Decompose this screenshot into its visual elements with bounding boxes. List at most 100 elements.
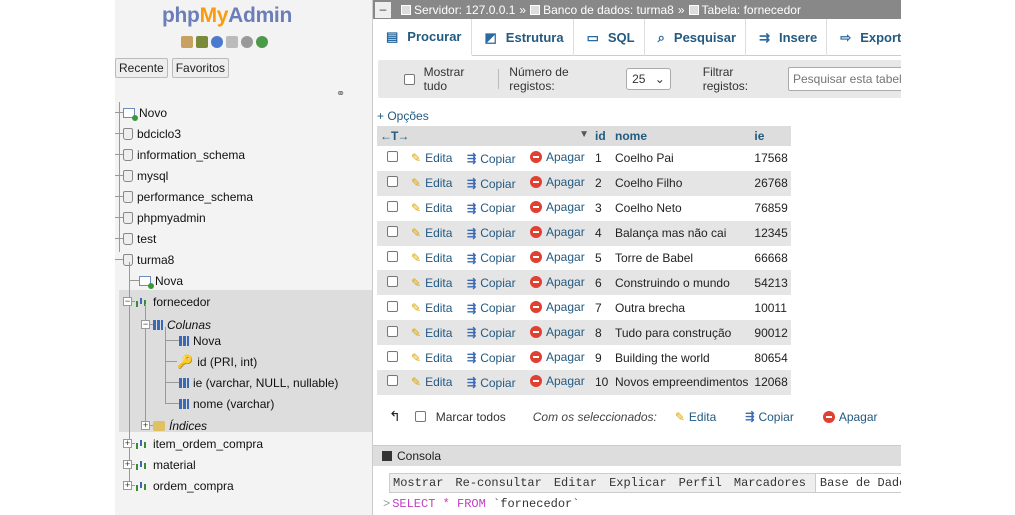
cell-nome[interactable]: Outra brecha bbox=[612, 295, 752, 321]
gear-icon[interactable] bbox=[241, 36, 253, 48]
row-copy-button[interactable]: ⇶ Copiar bbox=[467, 251, 516, 265]
row-edit-button[interactable]: ✎ Edita bbox=[411, 276, 452, 290]
tree-item-mysql[interactable]: mysql bbox=[115, 165, 168, 186]
row-edit-button[interactable]: ✎ Edita bbox=[411, 151, 452, 165]
row-delete-button[interactable]: Apagar bbox=[530, 200, 585, 214]
row-copy-button[interactable]: ⇶ Copiar bbox=[467, 351, 516, 365]
bulk-edit-button[interactable]: ✎ Edita bbox=[675, 410, 716, 424]
cell-nome[interactable]: Novos empreendimentos bbox=[612, 370, 752, 395]
help-icon[interactable] bbox=[211, 36, 223, 48]
row-delete-button[interactable]: Apagar bbox=[530, 250, 585, 264]
tree-item-label[interactable]: mysql bbox=[137, 169, 168, 183]
row-copy-button[interactable]: ⇶ Copiar bbox=[467, 376, 516, 390]
link-with-main-icon[interactable]: ⚭ bbox=[336, 87, 345, 100]
row-copy-button[interactable]: ⇶ Copiar bbox=[467, 326, 516, 340]
bulk-copy-button[interactable]: ⇶ Copiar bbox=[745, 410, 794, 424]
cell-nome[interactable]: Tudo para construção bbox=[612, 320, 752, 346]
tree-item-column-ie[interactable]: ie (varchar, NULL, nullable) bbox=[165, 372, 338, 393]
breadcrumb-server[interactable]: Servidor: 127.0.0.1 bbox=[401, 3, 515, 17]
row-delete-button[interactable]: Apagar bbox=[530, 350, 585, 364]
tree-item-label[interactable]: performance_schema bbox=[137, 190, 253, 204]
cell-id[interactable]: 8 bbox=[592, 320, 612, 346]
cell-id[interactable]: 4 bbox=[592, 220, 612, 246]
row-checkbox[interactable] bbox=[387, 325, 398, 337]
row-delete-button[interactable]: Apagar bbox=[530, 374, 585, 388]
rows-select[interactable]: 25 ⌄ bbox=[626, 68, 671, 90]
table-row[interactable]: ✎ Edita ⇶ Copiar Apagar 10 Novos empreendiment… bbox=[377, 370, 791, 395]
row-edit-button[interactable]: ✎ Edita bbox=[411, 176, 452, 190]
cell-nome[interactable]: Construindo o mundo bbox=[612, 270, 752, 296]
row-edit-button[interactable]: ✎ Edita bbox=[411, 251, 452, 265]
row-copy-button[interactable]: ⇶ Copiar bbox=[467, 301, 516, 315]
tree-item-label[interactable]: bdciclo3 bbox=[137, 127, 181, 141]
table-row[interactable]: ✎ Edita ⇶ Copiar Apagar 6 Construindo o mundo 5… bbox=[377, 270, 791, 296]
tree-item-phpmyadmin[interactable]: phpmyadmin bbox=[115, 207, 206, 228]
tree-item-novo[interactable]: Novo bbox=[115, 102, 167, 123]
row-delete-button[interactable]: Apagar bbox=[530, 175, 585, 189]
collapse-icon[interactable]: − bbox=[123, 297, 132, 306]
tree-item-column-id[interactable]: 🔑 id (PRI, int) bbox=[165, 351, 257, 372]
cell-nome[interactable]: Coelho Filho bbox=[612, 170, 752, 196]
console-show-button[interactable]: Mostrar bbox=[390, 474, 446, 492]
row-checkbox[interactable] bbox=[387, 201, 398, 213]
row-checkbox[interactable] bbox=[387, 275, 398, 287]
tree-item-bdciclo3[interactable]: bdciclo3 bbox=[115, 123, 181, 144]
tab-recente[interactable]: Recente bbox=[115, 58, 168, 78]
tree-item-ordem-compra[interactable]: + ordem_compra bbox=[123, 475, 234, 496]
home-icon[interactable] bbox=[181, 36, 193, 48]
column-header-ie[interactable]: ie bbox=[751, 126, 791, 146]
cell-ie[interactable]: 12345 bbox=[751, 220, 791, 246]
cell-ie[interactable]: 26768 bbox=[751, 170, 791, 196]
cell-nome[interactable]: Balança mas não cai bbox=[612, 220, 752, 246]
cell-id[interactable]: 3 bbox=[592, 195, 612, 221]
collapse-nav-icon[interactable]: – bbox=[375, 1, 391, 18]
tree-item-label[interactable]: ordem_compra bbox=[153, 479, 234, 493]
row-edit-button[interactable]: ✎ Edita bbox=[411, 201, 452, 215]
row-delete-button[interactable]: Apagar bbox=[530, 275, 585, 289]
table-row[interactable]: ✎ Edita ⇶ Copiar Apagar 5 Torre de Babel 66668 bbox=[377, 245, 791, 271]
table-row[interactable]: ✎ Edita ⇶ Copiar Apagar 8 Tudo para construção… bbox=[377, 320, 791, 346]
tree-item-label[interactable]: item_ordem_compra bbox=[153, 437, 263, 451]
row-delete-button[interactable]: Apagar bbox=[530, 150, 585, 164]
phpmyadmin-logo[interactable]: phpMyAdmin bbox=[162, 4, 292, 28]
row-copy-button[interactable]: ⇶ Copiar bbox=[467, 177, 516, 191]
row-checkbox[interactable] bbox=[387, 176, 398, 188]
row-checkbox[interactable] bbox=[387, 251, 398, 262]
cell-ie[interactable]: 54213 bbox=[751, 270, 791, 296]
table-row[interactable]: ✎ Edita ⇶ Copiar Apagar 9 Building the world 80… bbox=[377, 345, 791, 371]
console-requery-button[interactable]: Re-consultar bbox=[452, 474, 544, 492]
cell-nome[interactable]: Torre de Babel bbox=[612, 245, 752, 271]
tree-item-turma8[interactable]: turma8 bbox=[115, 249, 174, 270]
row-checkbox[interactable] bbox=[387, 226, 398, 238]
check-all-checkbox[interactable] bbox=[414, 411, 426, 422]
row-copy-button[interactable]: ⇶ Copiar bbox=[467, 276, 516, 290]
row-edit-button[interactable]: ✎ Edita bbox=[411, 326, 452, 340]
tree-item-label[interactable]: information_schema bbox=[137, 148, 245, 162]
tree-item-label[interactable]: Índices bbox=[169, 419, 207, 433]
options-link[interactable]: + Opções bbox=[377, 109, 429, 123]
row-copy-button[interactable]: ⇶ Copiar bbox=[467, 201, 516, 215]
row-checkbox[interactable] bbox=[387, 151, 398, 163]
cell-id[interactable]: 10 bbox=[592, 370, 612, 395]
cell-nome[interactable]: Coelho Neto bbox=[612, 195, 752, 221]
collapse-icon[interactable]: − bbox=[141, 320, 150, 329]
expand-icon[interactable]: + bbox=[123, 481, 132, 490]
row-delete-button[interactable]: Apagar bbox=[530, 325, 585, 339]
expand-icon[interactable]: + bbox=[123, 460, 132, 469]
table-row[interactable]: ✎ Edita ⇶ Copiar Apagar 3 Coelho Neto 76859 bbox=[377, 195, 791, 221]
console-bookmarks-button[interactable]: Marcadores bbox=[731, 474, 809, 492]
cell-id[interactable]: 2 bbox=[592, 170, 612, 196]
cell-id[interactable]: 7 bbox=[592, 295, 612, 321]
column-header-id[interactable]: id bbox=[592, 126, 612, 146]
row-checkbox[interactable] bbox=[387, 375, 398, 387]
sort-toggle-icon[interactable]: ▼ bbox=[579, 129, 589, 140]
table-row[interactable]: ✎ Edita ⇶ Copiar Apagar 7 Outra brecha 10011 bbox=[377, 295, 791, 321]
console-header[interactable]: Consola bbox=[373, 445, 901, 466]
cell-ie[interactable]: 10011 bbox=[751, 295, 791, 321]
docs-icon[interactable] bbox=[226, 36, 238, 48]
tree-item-label[interactable]: Novo bbox=[139, 106, 167, 120]
tree-item-fornecedor[interactable]: − fornecedor bbox=[123, 291, 210, 312]
row-edit-button[interactable]: ✎ Edita bbox=[411, 301, 452, 315]
tab-favoritos[interactable]: Favoritos bbox=[171, 58, 230, 78]
cell-ie[interactable]: 17568 bbox=[751, 146, 791, 171]
